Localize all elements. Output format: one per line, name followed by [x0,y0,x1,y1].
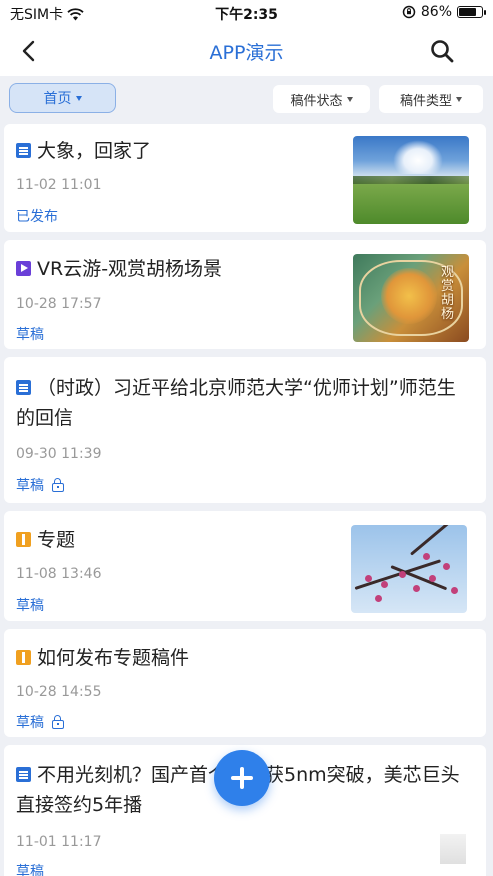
thumbnail-tree [381,268,437,324]
status-right: 86% [402,4,486,20]
thumbnail-blossom [429,575,436,582]
article-status: 草稿 [16,712,64,732]
thumbnail-blossom [375,595,382,602]
article-title-row: 大象，回家了 [16,136,346,166]
article-thumbnail [351,525,467,613]
document-icon [16,380,31,395]
article-title: 专题 [37,529,76,551]
article-status-label: 草稿 [16,864,44,876]
thumbnail-branch [410,525,451,556]
topic-icon [16,532,31,547]
article-title: （时政）习近平给北京师范大学“优师计划”师范生的回信 [16,377,456,429]
thumbnail-blossom [399,571,406,578]
home-filter-dropdown[interactable]: 首页 [9,83,116,113]
article-status-label: 草稿 [16,598,44,614]
thumbnail-treeline [353,176,469,184]
page-title: APP演示 [209,42,284,64]
thumbnail-caption: 观赏胡杨 [441,265,455,322]
caret-down-icon [75,95,82,101]
caret-down-icon [346,96,353,102]
article-card[interactable]: VR云游-观赏胡杨场景 10-28 17:57 草稿 观赏胡杨 [4,240,486,349]
article-status: 草稿 [16,324,44,344]
article-date: 11-02 11:01 [16,177,102,193]
thumbnail-blossom [413,585,420,592]
thumbnail-blossom [451,587,458,594]
article-thumbnail [353,136,469,224]
battery-icon [457,6,486,18]
article-title-row: 如何发布专题稿件 [16,643,346,673]
topic-icon [16,650,31,665]
orientation-lock-icon [402,5,416,19]
article-status-label: 已发布 [16,209,58,225]
article-title: VR云游-观赏胡杨场景 [37,258,223,280]
article-card[interactable]: 大象，回家了 11-02 11:01 已发布 [4,124,486,232]
scroll-fade-overlay [440,834,466,864]
article-title: 如何发布专题稿件 [37,647,190,669]
thumbnail-blossom [365,575,372,582]
add-article-button[interactable] [214,750,270,806]
article-title-row: VR云游-观赏胡杨场景 [16,254,346,284]
thumbnail-cloud [393,140,443,174]
caret-down-icon [456,96,462,102]
document-icon [16,767,31,782]
article-status-label: 草稿 [16,327,44,343]
document-icon [16,143,31,158]
thumbnail-blossom [423,553,430,560]
article-date: 09-30 11:39 [16,446,102,462]
thumbnail-blossom [443,563,450,570]
article-status: 草稿 [16,475,64,495]
article-title-row: （时政）习近平给北京师范大学“优师计划”师范生的回信 [16,373,466,433]
article-status: 草稿 [16,595,44,615]
article-date: 11-01 11:17 [16,834,102,850]
video-icon [16,261,31,276]
article-title: 大象，回家了 [37,140,152,162]
article-title-row: 专题 [16,525,346,555]
article-thumbnail: 观赏胡杨 [353,254,469,342]
article-date: 11-08 13:46 [16,566,102,582]
article-date: 10-28 14:55 [16,684,102,700]
article-card[interactable]: 如何发布专题稿件 10-28 14:55 草稿 [4,629,486,737]
status-filter-label: 稿件状态 [290,93,343,109]
type-filter-label: 稿件类型 [399,93,452,109]
battery-percentage: 86% [420,4,452,20]
article-status-label: 草稿 [16,478,44,494]
article-status: 已发布 [16,206,58,226]
status-filter-dropdown[interactable]: 稿件状态 [273,85,370,113]
article-date: 10-28 17:57 [16,296,102,312]
article-status-label: 草稿 [16,715,44,731]
nav-bar: APP演示 [0,26,493,76]
status-bar: 无SIM卡 下午2:35 86% [0,0,493,26]
filter-bar: 首页 稿件状态 稿件类型 [0,76,493,120]
type-filter-dropdown[interactable]: 稿件类型 [379,85,483,113]
search-icon[interactable] [429,38,455,64]
battery-level [459,8,477,16]
article-status: 草稿 [16,861,44,876]
article-card[interactable]: （时政）习近平给北京师范大学“优师计划”师范生的回信 09-30 11:39 草… [4,357,486,503]
thumbnail-blossom [381,581,388,588]
home-filter-label: 首页 [43,91,72,107]
lock-icon [52,477,64,492]
lock-icon [52,714,64,729]
article-card[interactable]: 专题 11-08 13:46 草稿 [4,511,486,621]
